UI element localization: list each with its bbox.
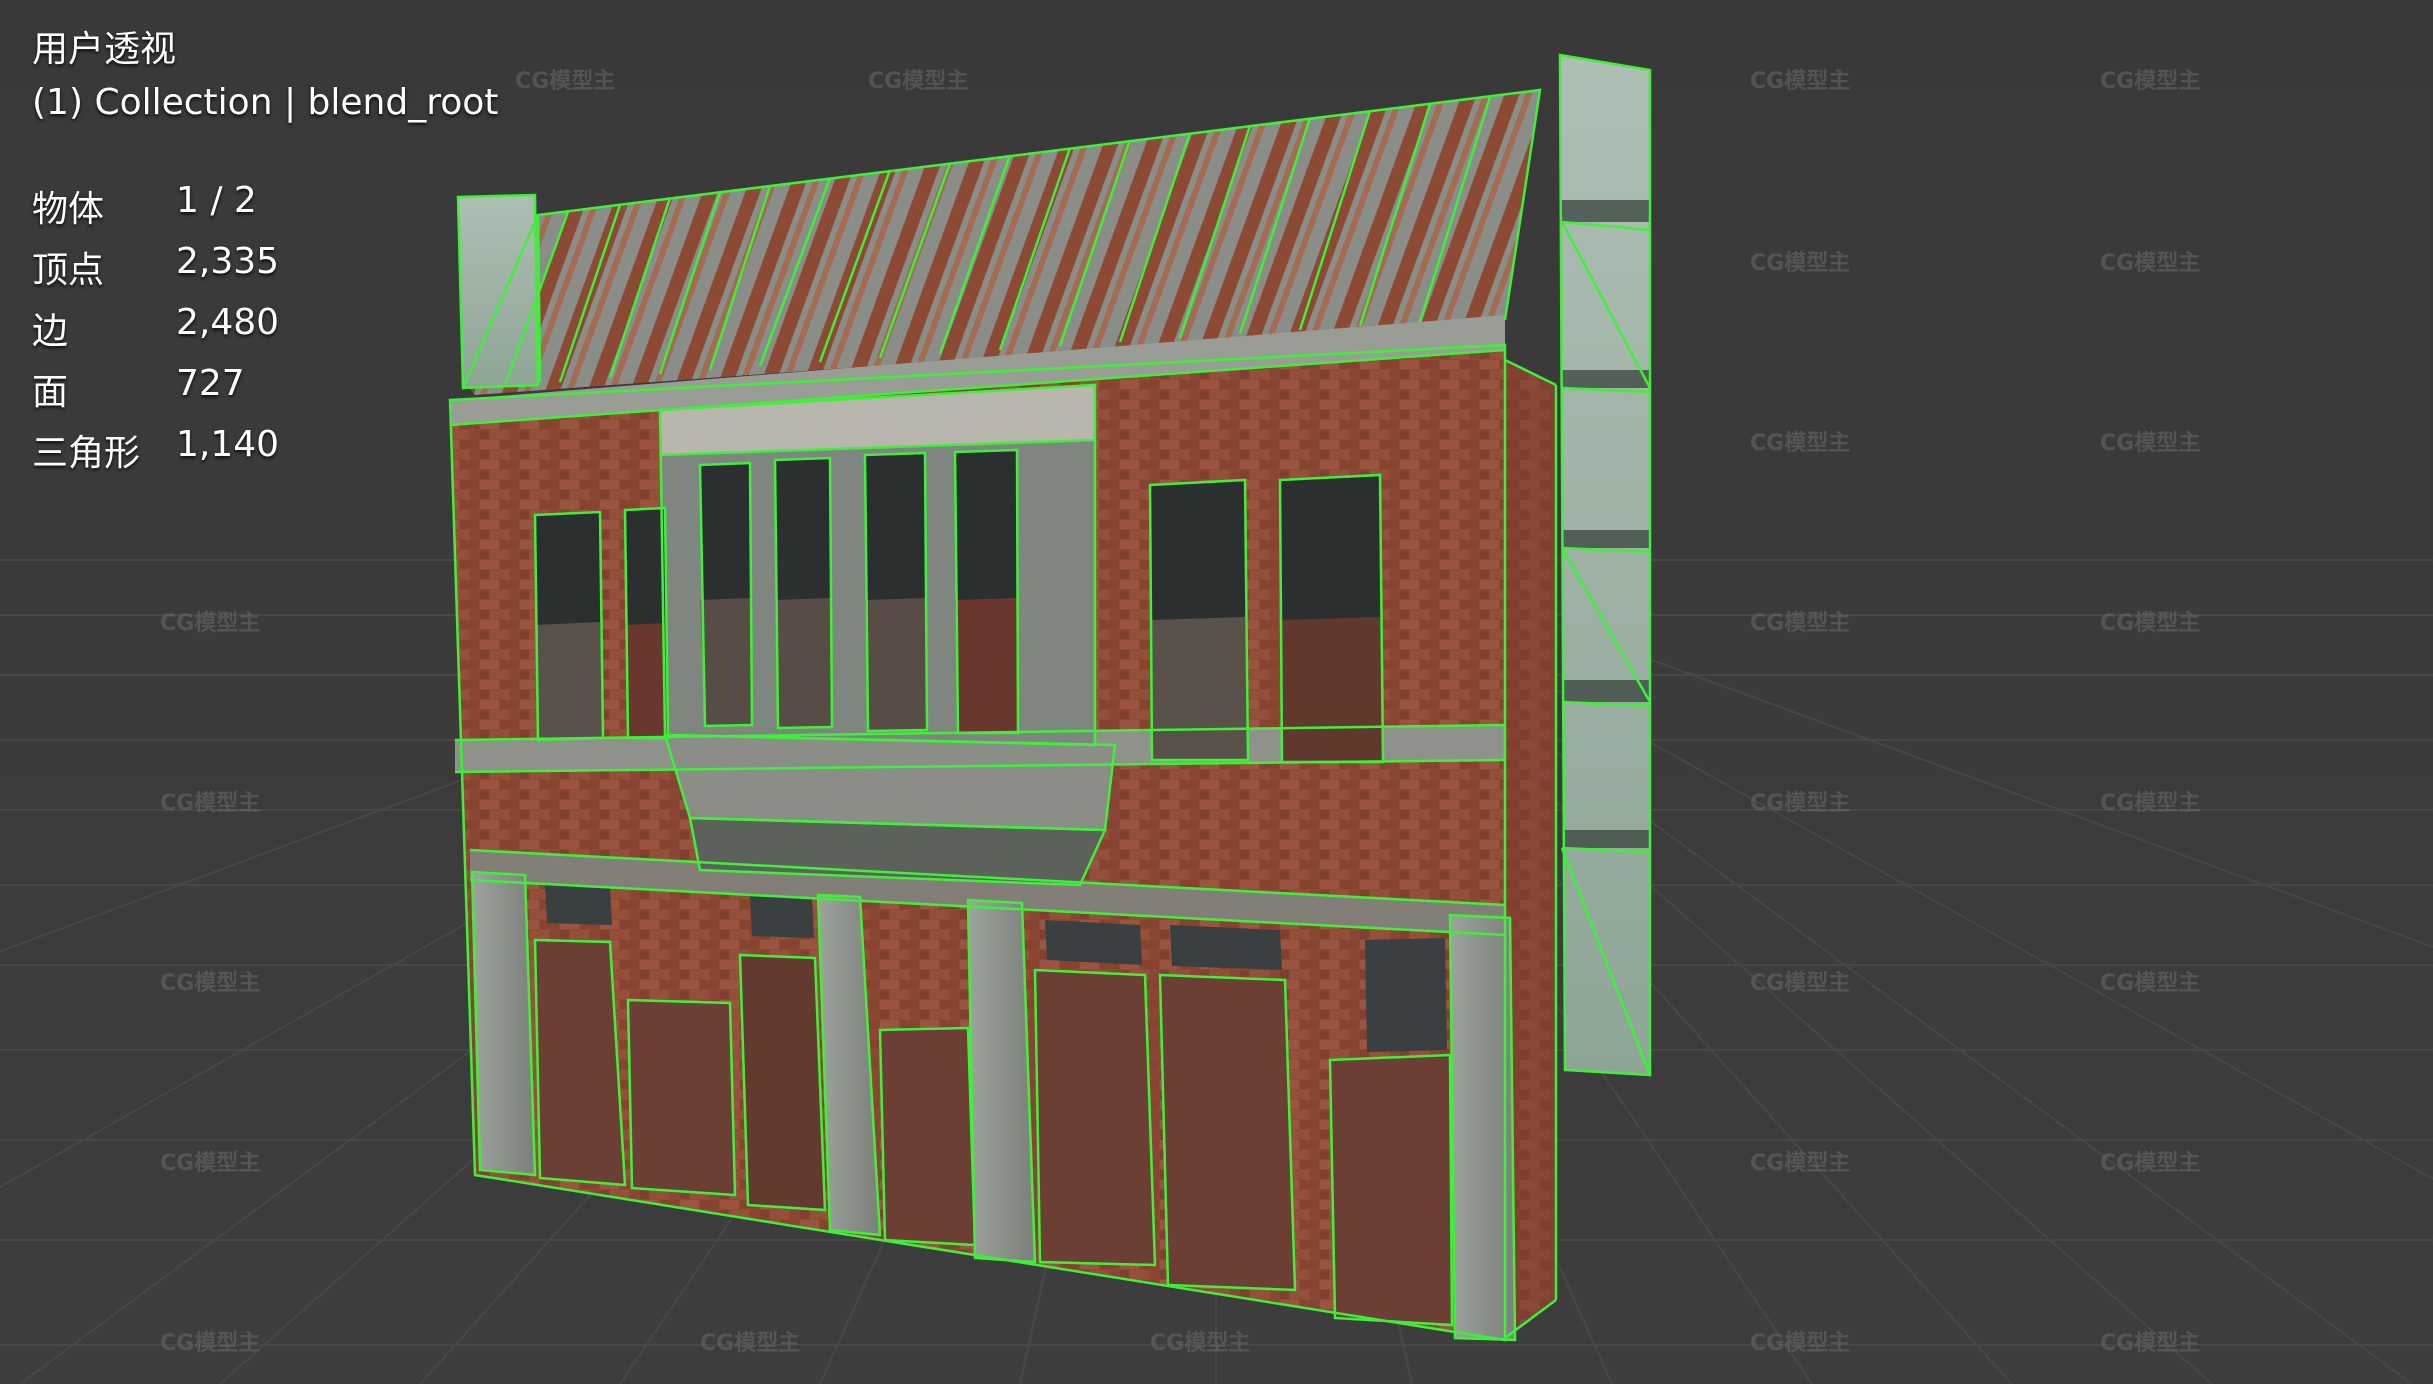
watermark: CG模型主 <box>1750 1331 1850 1356</box>
watermark: CG模型主 <box>1750 1151 1850 1176</box>
watermark: CG模型主 <box>1750 611 1850 636</box>
building-facade-model[interactable] <box>448 53 1652 1342</box>
watermark: CG模型主 <box>2100 791 2200 816</box>
watermark: CG模型主 <box>160 971 260 996</box>
watermark: CG模型主 <box>1750 251 1850 276</box>
watermark: CG模型主 <box>868 69 968 94</box>
watermark: CG模型主 <box>1750 431 1850 456</box>
watermark: CG模型主 <box>2100 1151 2200 1176</box>
watermark: CG模型主 <box>1750 69 1850 94</box>
watermark: CG模型主 <box>1750 791 1850 816</box>
watermark: CG模型主 <box>700 1331 800 1356</box>
3d-viewport[interactable]: CG模型主 CG模型主 CG模型主 CG模型主 CG模型主 CG模型主 CG模型… <box>0 0 2433 1384</box>
watermark: CG模型主 <box>2100 1331 2200 1356</box>
watermark: CG模型主 <box>1750 971 1850 996</box>
watermark: CG模型主 <box>160 1151 260 1176</box>
watermark: CG模型主 <box>2100 251 2200 276</box>
watermark: CG模型主 <box>515 69 615 94</box>
watermark: CG模型主 <box>2100 971 2200 996</box>
left-corner-cap <box>458 195 538 388</box>
watermark: CG模型主 <box>2100 431 2200 456</box>
watermark: CG模型主 <box>160 611 260 636</box>
watermark: CG模型主 <box>1150 1331 1250 1356</box>
watermark: CG模型主 <box>160 1331 260 1356</box>
watermark: CG模型主 <box>2100 611 2200 636</box>
bay-window-base <box>665 735 1115 830</box>
watermark: CG模型主 <box>2100 69 2200 94</box>
watermark: CG模型主 <box>160 791 260 816</box>
